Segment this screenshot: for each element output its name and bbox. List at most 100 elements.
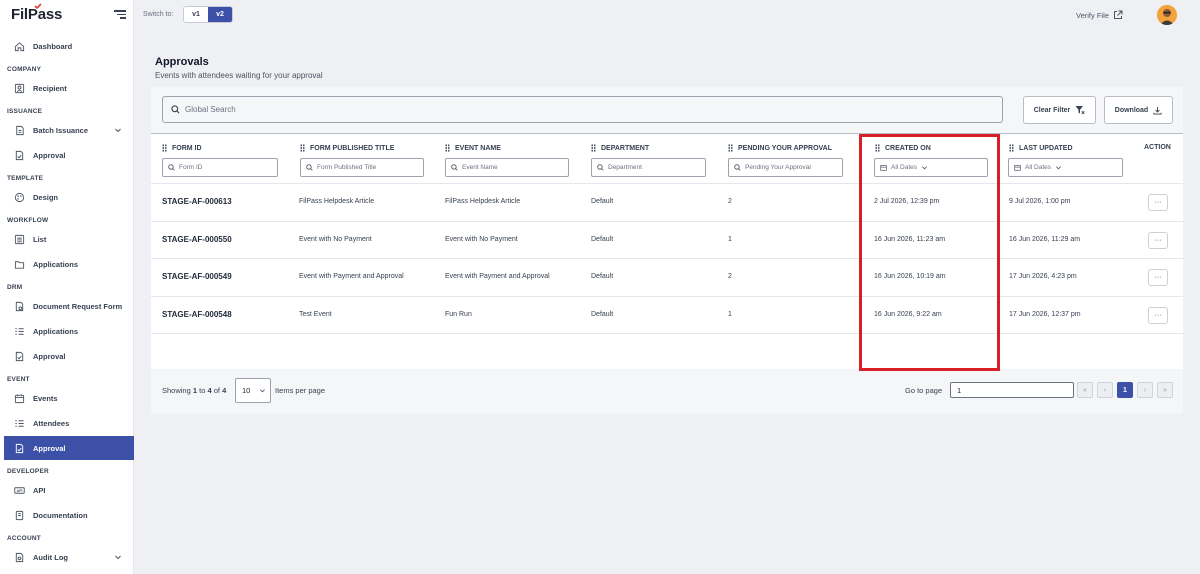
col-form-title[interactable]: FORM PUBLISHED TITLE xyxy=(300,144,394,152)
home-icon xyxy=(14,41,25,52)
search-icon xyxy=(171,105,180,114)
last-page-button[interactable]: » xyxy=(1157,382,1173,398)
drag-handle-icon[interactable] xyxy=(728,144,733,152)
chevron-down-icon xyxy=(115,555,121,560)
calendar-icon xyxy=(14,393,25,404)
version-v2-option[interactable]: v2 xyxy=(208,7,232,22)
version-v1-option[interactable]: v1 xyxy=(184,7,208,22)
section-workflow: WORKFLOW xyxy=(7,217,49,224)
document-stack-icon xyxy=(14,125,25,136)
search-icon xyxy=(306,164,313,171)
row-actions-button[interactable]: ··· xyxy=(1148,269,1168,286)
sidebar-item-issuance-approval[interactable]: Approval xyxy=(4,143,134,167)
filter-event-name-input[interactable]: Event Name xyxy=(445,158,569,177)
filpass-logo[interactable]: FilPass xyxy=(11,3,62,23)
version-switch[interactable]: v1 v2 xyxy=(183,6,233,23)
avatar-image xyxy=(1157,5,1177,25)
sidebar-item-batch-issuance[interactable]: Batch Issuance xyxy=(4,118,134,142)
sidebar-item-api[interactable]: API API xyxy=(4,478,134,502)
next-page-button[interactable]: › xyxy=(1137,382,1153,398)
download-icon xyxy=(1153,106,1162,115)
cell-pending: 1 xyxy=(728,235,732,243)
verify-file-link[interactable]: Verify File xyxy=(1076,10,1123,20)
col-pending[interactable]: PENDING YOUR APPROVAL xyxy=(728,144,832,152)
global-search-input[interactable]: Global Search xyxy=(162,96,1003,123)
sidebar-item-workflow-applications[interactable]: Applications xyxy=(4,252,134,276)
sidebar-item-event-approval[interactable]: Approval xyxy=(4,436,134,460)
drag-handle-icon[interactable] xyxy=(445,144,450,152)
search-icon xyxy=(168,164,175,171)
section-drm: DRM xyxy=(7,284,23,291)
drag-handle-icon[interactable] xyxy=(162,144,167,152)
user-avatar[interactable] xyxy=(1157,5,1177,25)
cell-department: Default xyxy=(591,310,614,318)
col-department[interactable]: DEPARTMENT xyxy=(591,144,649,152)
calendar-icon xyxy=(1014,165,1021,171)
section-account: ACCOUNT xyxy=(7,535,41,542)
filter-form-title-input[interactable]: Form Published Title xyxy=(300,158,424,177)
document-check-icon xyxy=(14,150,25,161)
filter-pending-input[interactable]: Pending Your Approval xyxy=(728,158,843,177)
api-icon: API xyxy=(14,485,25,496)
menu-toggle-icon[interactable] xyxy=(114,10,126,20)
row-actions-button[interactable]: ··· xyxy=(1148,231,1168,249)
cell-event-name: Event with No Payment xyxy=(445,235,518,243)
drag-handle-icon[interactable] xyxy=(591,144,596,152)
document-check-icon xyxy=(14,351,25,362)
cell-created-on: 16 Jun 2026, 9:22 am xyxy=(874,310,942,318)
table-body: STAGE-AF-000613 FilPass Helpdesk Article… xyxy=(151,184,1183,334)
download-button[interactable]: Download xyxy=(1104,96,1173,124)
page-1-button[interactable]: 1 xyxy=(1117,382,1133,398)
filter-department-input[interactable]: Department xyxy=(591,158,706,177)
row-actions-button[interactable]: ··· xyxy=(1148,194,1168,211)
filter-created-on-select[interactable]: All Dates xyxy=(874,158,988,177)
approvals-card: Global Search Clear Filter Download FORM… xyxy=(151,87,1183,414)
filter-form-id-input[interactable]: Form ID xyxy=(162,158,278,177)
cell-created-on: 16 Jun 2026, 10:19 am xyxy=(874,273,946,280)
approvals-table: FORM ID FORM PUBLISHED TITLE EVENT NAME … xyxy=(151,133,1183,369)
cell-pending: 2 xyxy=(728,273,732,280)
items-per-page-select[interactable]: 10 xyxy=(235,378,271,403)
palette-icon xyxy=(14,192,25,203)
prev-page-button[interactable]: ‹ xyxy=(1097,382,1113,398)
sidebar-item-recipient[interactable]: Recipient xyxy=(4,76,134,100)
filter-last-updated-select[interactable]: All Dates xyxy=(1008,158,1123,177)
checklist-icon xyxy=(14,326,25,337)
cell-last-updated: 16 Jun 2026, 11:29 am xyxy=(1009,235,1081,243)
sidebar-item-drm-applications[interactable]: Applications xyxy=(4,319,134,343)
col-form-id[interactable]: FORM ID xyxy=(162,144,202,152)
cell-form-title: Event with Payment and Approval xyxy=(299,273,404,280)
sidebar-item-events[interactable]: Events xyxy=(4,386,134,410)
goto-page-input[interactable]: 1 xyxy=(950,382,1074,398)
col-event-name[interactable]: EVENT NAME xyxy=(445,144,501,152)
col-last-updated[interactable]: LAST UPDATED xyxy=(1009,144,1073,152)
page-subtitle: Events with attendees waiting for your a… xyxy=(155,71,323,80)
sidebar-item-audit-log[interactable]: Audit Log xyxy=(4,545,134,569)
sidebar-item-documentation[interactable]: Documentation xyxy=(4,503,134,527)
book-icon xyxy=(14,510,25,521)
drag-handle-icon[interactable] xyxy=(300,144,305,152)
sidebar-item-attendees[interactable]: Attendees xyxy=(4,411,134,435)
sidebar-item-dashboard[interactable]: Dashboard xyxy=(4,34,134,58)
sidebar-item-document-request-form[interactable]: Document Request Form xyxy=(4,294,134,318)
cell-form-title: Event with No Payment xyxy=(299,235,372,243)
cell-last-updated: 17 Jun 2026, 4:23 pm xyxy=(1009,273,1077,280)
cell-form-title: FilPass Helpdesk Article xyxy=(299,198,375,205)
document-search-icon xyxy=(14,552,25,563)
sidebar-item-drm-approval[interactable]: Approval xyxy=(4,344,134,368)
drag-handle-icon[interactable] xyxy=(875,144,880,152)
first-page-button[interactable]: « xyxy=(1077,382,1093,398)
svg-text:API: API xyxy=(16,489,22,493)
cell-created-on: 16 Jun 2026, 11:23 am xyxy=(874,235,946,243)
col-created-on[interactable]: CREATED ON xyxy=(875,144,931,152)
clear-filter-button[interactable]: Clear Filter xyxy=(1023,96,1096,124)
page-title: Approvals xyxy=(155,56,209,68)
row-actions-button[interactable]: ··· xyxy=(1148,306,1168,324)
showing-summary: Showing 1 to 4 of 4 xyxy=(162,386,227,395)
version-switch-label: Switch to: xyxy=(143,11,174,18)
drag-handle-icon[interactable] xyxy=(1009,144,1014,152)
calendar-icon xyxy=(880,165,887,171)
cell-event-name: Event with Payment and Approval xyxy=(445,273,550,280)
sidebar-item-list[interactable]: List xyxy=(4,227,134,251)
sidebar-item-design[interactable]: Design xyxy=(4,185,134,209)
